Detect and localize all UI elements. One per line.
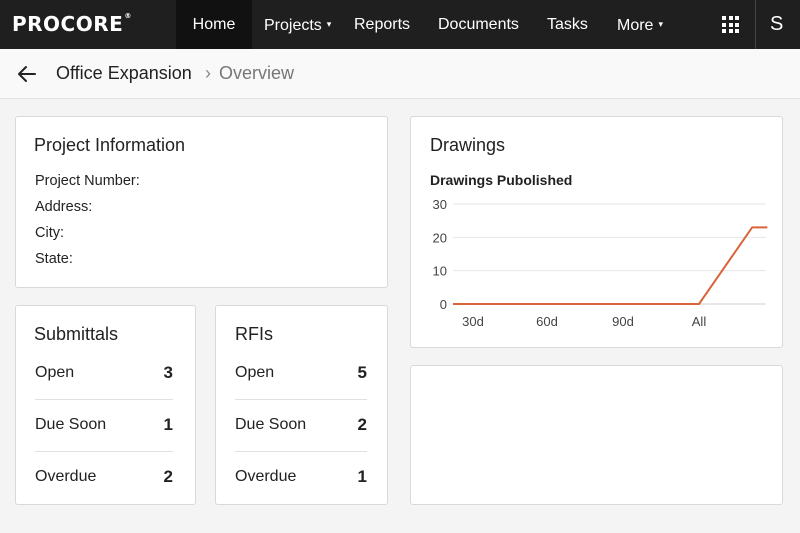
nav-more-label: More xyxy=(617,17,654,34)
x-tick-label: 60d xyxy=(536,314,558,329)
nav-tasks-label: Tasks xyxy=(547,16,588,33)
stat-label: Overdue xyxy=(35,468,97,485)
rfis-title: RFIs xyxy=(235,324,273,344)
stat-value: 2 xyxy=(357,415,367,434)
nav-reports[interactable]: Reports xyxy=(354,0,410,49)
project-info-title: Project Information xyxy=(34,135,186,155)
breadcrumb-separator: › xyxy=(205,63,211,83)
address-label: Address: xyxy=(35,199,93,215)
submittals-card: Submittals Open 3 Due Soon 1 Overdue 2 xyxy=(15,305,196,505)
city-label: City: xyxy=(35,225,64,241)
logo-mark: ® xyxy=(124,12,132,20)
nav-documents[interactable]: Documents xyxy=(438,0,519,49)
submittals-open-row[interactable]: Open 3 xyxy=(35,348,173,400)
user-avatar[interactable]: S xyxy=(770,0,783,49)
y-tick-label: 20 xyxy=(433,230,447,245)
stat-label: Open xyxy=(35,364,75,381)
stat-value: 1 xyxy=(163,415,173,434)
state-label: State: xyxy=(35,251,73,267)
procore-logo[interactable]: PROCORE® xyxy=(12,12,132,36)
submittals-title: Submittals xyxy=(34,324,119,344)
nav-home[interactable]: Home xyxy=(176,0,252,49)
y-tick-label: 0 xyxy=(440,297,447,312)
series-line xyxy=(453,226,768,305)
project-info-card: Project Information Project Number: Addr… xyxy=(15,116,388,288)
drawings-chart: 0 10 20 30 30d 60d 90d All xyxy=(433,197,768,329)
x-tick-label: 90d xyxy=(612,314,634,329)
rfis-due-soon-row[interactable]: Due Soon 2 xyxy=(235,400,367,452)
nav-projects-label: Projects xyxy=(264,17,322,34)
chevron-down-icon: ▾ xyxy=(658,19,663,29)
drawings-card: Drawings Drawings Pubolished 0 10 20 30 30d 6… xyxy=(410,116,783,348)
breadcrumb: Office Expansion › Overview xyxy=(0,49,800,99)
nav-tasks[interactable]: Tasks xyxy=(547,0,588,49)
empty-card xyxy=(410,365,783,505)
rfis-overdue-row[interactable]: Overdue 1 xyxy=(235,452,367,504)
stat-label: Open xyxy=(235,364,275,381)
y-tick-label: 10 xyxy=(433,264,447,279)
stat-label: Due Soon xyxy=(35,416,107,433)
x-tick-label: 30d xyxy=(462,314,484,329)
nav-documents-label: Documents xyxy=(438,16,519,33)
y-tick-label: 30 xyxy=(433,197,447,212)
arrow-left-icon[interactable] xyxy=(16,63,38,85)
grid-icon[interactable] xyxy=(722,16,739,33)
nav-divider xyxy=(755,0,756,49)
stat-value: 5 xyxy=(357,363,367,382)
rfis-card: RFIs Open 5 Due Soon 2 Overdue 1 xyxy=(215,305,388,505)
submittals-overdue-row[interactable]: Overdue 2 xyxy=(35,452,173,504)
nav-home-label: Home xyxy=(192,16,236,33)
stat-label: Overdue xyxy=(235,468,297,485)
nav-more[interactable]: More ▾ xyxy=(617,0,663,49)
nav-reports-label: Reports xyxy=(354,16,411,33)
stat-label: Due Soon xyxy=(235,416,307,433)
chevron-down-icon: ▾ xyxy=(326,19,332,29)
nav-projects[interactable]: Projects ▾ xyxy=(264,0,331,49)
stat-value: 2 xyxy=(163,467,173,486)
stat-value: 3 xyxy=(163,363,173,382)
x-tick-label: All xyxy=(692,314,707,329)
stat-value: 1 xyxy=(357,467,367,486)
top-nav: PROCORE® Home Projects ▾ Reports Document… xyxy=(0,0,800,49)
project-number-label: Project Number: xyxy=(35,173,140,189)
rfis-open-row[interactable]: Open 5 xyxy=(235,348,367,400)
breadcrumb-page: Overview xyxy=(219,63,295,83)
logo-text: PROCORE xyxy=(12,12,124,36)
submittals-due-soon-row[interactable]: Due Soon 1 xyxy=(35,400,173,452)
breadcrumb-project[interactable]: Office Expansion xyxy=(56,63,192,84)
